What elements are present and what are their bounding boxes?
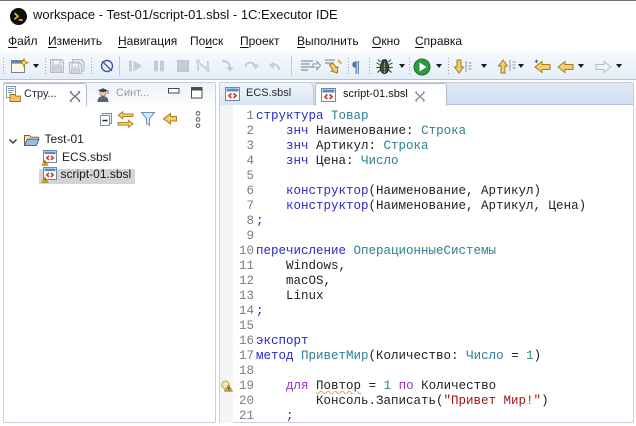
svg-text:¶: ¶ — [352, 59, 361, 75]
